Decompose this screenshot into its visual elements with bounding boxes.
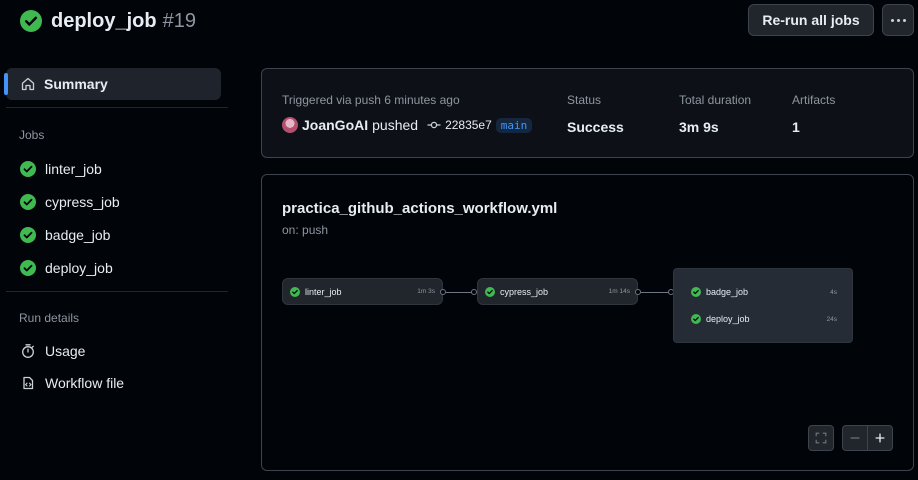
artifacts-value[interactable]: 1 [792, 119, 835, 135]
jobs-heading: Jobs [19, 128, 45, 142]
workflow-graph-card: practica_github_actions_workflow.yml on:… [261, 174, 914, 471]
success-check-icon [485, 286, 495, 297]
success-check-icon [20, 226, 36, 243]
status-label: Status [567, 93, 602, 107]
sidebar-job-badge[interactable]: badge_job [6, 218, 228, 251]
zoom-in-button[interactable] [867, 425, 893, 451]
node-duration: 1m 3s [417, 288, 435, 295]
trigger-row: JoanGoAI pushed 22835e7 main [282, 117, 533, 133]
graph-node-deploy-job[interactable]: deploy_job 24s [691, 314, 837, 324]
duration-label: Total duration [679, 93, 752, 107]
page-header: deploy_job #19 [20, 8, 196, 34]
success-check-icon [290, 286, 300, 297]
rerun-all-jobs-button[interactable]: Re-run all jobs [748, 4, 874, 36]
graph-job-group: badge_job 4s deploy_job 24s [673, 268, 853, 343]
job-label: badge_job [45, 226, 111, 243]
more-options-button[interactable] [882, 4, 914, 36]
plus-icon [875, 433, 885, 443]
branch-badge[interactable]: main [495, 117, 533, 133]
connector-line [446, 292, 474, 293]
jobs-list: linter_job cypress_job badge_job deploy_… [6, 152, 228, 284]
graph-node-linter-job[interactable]: linter_job 1m 3s [282, 278, 443, 305]
usage-label: Usage [45, 342, 86, 359]
run-number: #19 [162, 9, 196, 32]
artifacts-info: Artifacts 1 [792, 93, 835, 135]
success-check-icon [691, 314, 701, 324]
page-title: deploy_job [51, 9, 157, 32]
divider [6, 107, 228, 108]
trigger-label: Triggered via push 6 minutes ago [282, 93, 460, 107]
divider [6, 291, 228, 292]
run-details-heading: Run details [19, 311, 80, 325]
home-icon [20, 76, 36, 92]
push-action-text: pushed [372, 117, 419, 133]
trigger-info: Triggered via push 6 minutes ago JoanGoA… [282, 93, 533, 133]
stopwatch-icon [20, 343, 36, 359]
node-label: linter_job [305, 286, 342, 297]
status-info: Status Success [567, 93, 624, 135]
success-check-icon [20, 193, 36, 210]
success-check-icon [20, 10, 42, 32]
fullscreen-icon [815, 432, 827, 444]
duration-value: 3m 9s [679, 119, 719, 135]
duration-info: Total duration 3m 9s [679, 93, 751, 135]
job-label: deploy_job [45, 259, 113, 276]
avatar[interactable] [282, 117, 298, 133]
sidebar-item-workflow-file[interactable]: Workflow file [6, 366, 228, 399]
job-label: cypress_job [45, 193, 120, 210]
status-value: Success [567, 119, 624, 135]
zoom-out-button[interactable] [842, 425, 868, 451]
graph-node-badge-job[interactable]: badge_job 4s [691, 287, 837, 297]
sidebar-job-cypress[interactable]: cypress_job [6, 185, 228, 218]
artifacts-label: Artifacts [792, 93, 836, 107]
run-summary-card: Triggered via push 6 minutes ago JoanGoA… [261, 68, 914, 158]
connector-line [641, 292, 670, 293]
sidebar-job-deploy[interactable]: deploy_job [6, 251, 228, 284]
actor-link[interactable]: JoanGoAI [302, 117, 368, 133]
commit-sha-link[interactable]: 22835e7 [445, 118, 492, 132]
workflow-trigger: on: push [282, 223, 329, 237]
sidebar-item-label: Summary [44, 76, 108, 92]
success-check-icon [691, 287, 701, 297]
success-check-icon [20, 259, 36, 276]
sidebar-job-linter[interactable]: linter_job [6, 152, 228, 185]
workflow-file-label: Workflow file [45, 374, 125, 391]
job-label: linter_job [45, 160, 102, 177]
workflow-file-name: practica_github_actions_workflow.yml [282, 200, 558, 217]
fullscreen-button[interactable] [808, 425, 834, 451]
node-label: deploy_job [706, 314, 750, 324]
sidebar-item-summary[interactable]: Summary [4, 68, 221, 100]
node-label: cypress_job [500, 286, 549, 297]
sidebar-item-usage[interactable]: Usage [6, 334, 228, 367]
node-duration: 24s [826, 315, 837, 323]
run-details-list: Usage Workflow file [6, 334, 228, 399]
graph-node-cypress-job[interactable]: cypress_job 1m 14s [477, 278, 638, 305]
file-code-icon [20, 375, 36, 391]
success-check-icon [20, 160, 36, 177]
kebab-dot-icon [896, 18, 900, 22]
node-duration: 1m 14s [608, 288, 630, 295]
minus-icon [850, 437, 860, 439]
git-commit-icon [426, 117, 442, 133]
node-label: badge_job [706, 287, 749, 297]
sidebar: Summary Jobs linter_job cypress_job badg… [4, 68, 228, 399]
kebab-dot-icon [902, 18, 906, 22]
kebab-dot-icon [890, 18, 894, 22]
node-duration: 4s [830, 288, 837, 296]
